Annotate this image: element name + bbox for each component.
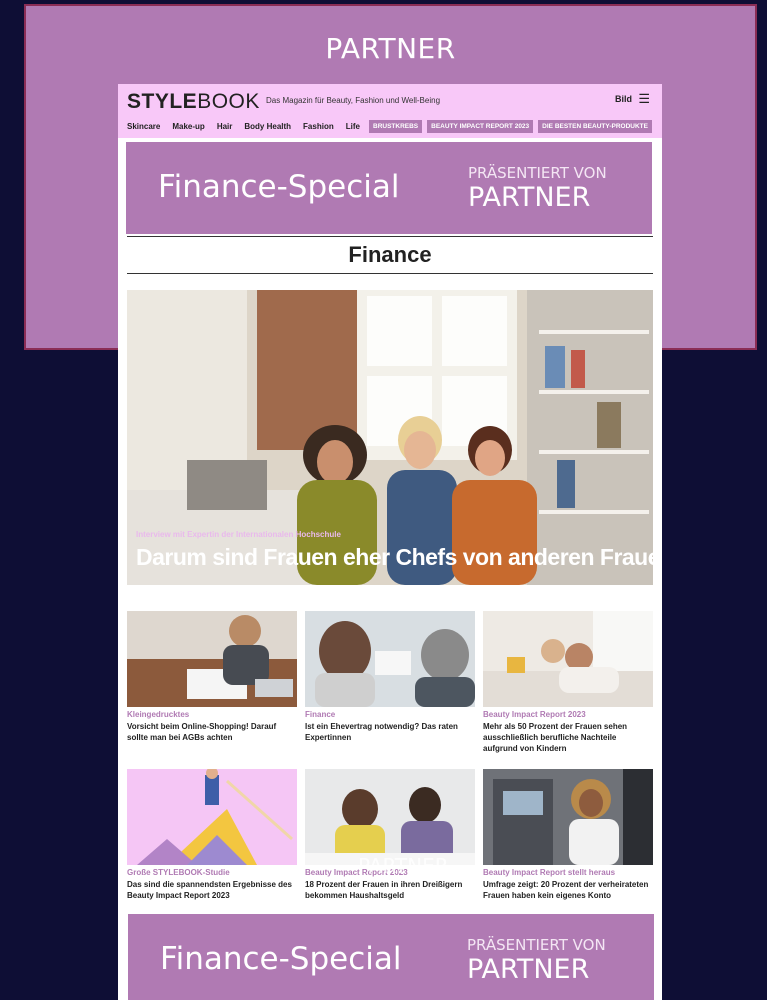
article-card[interactable]: Beauty Impact Report stellt heraus Umfra… [483, 769, 653, 901]
nav-item-life[interactable]: Life [346, 122, 360, 131]
article-image [127, 611, 297, 707]
nav-item-hair[interactable]: Hair [217, 122, 233, 131]
partner-name: PARTNER [467, 954, 590, 985]
article-title[interactable]: Ist ein Ehevertrag notwendig? Das raten … [305, 721, 475, 743]
nav-item-make-up[interactable]: Make-up [172, 122, 204, 131]
section-title: Finance [127, 236, 653, 274]
article-category: Beauty Impact Report 2023 [483, 710, 586, 719]
finance-special-title: Finance-Special [160, 941, 402, 977]
article-card[interactable]: Große STYLEBOOK-Studie Das sind die span… [127, 769, 297, 901]
site-tagline: Das Magazin für Beauty, Fashion und Well… [266, 96, 441, 105]
site-logo[interactable]: STYLEBOOK [127, 90, 260, 114]
site-header: STYLEBOOK Das Magazin für Beauty, Fashio… [118, 84, 662, 138]
hero-article[interactable]: Interview mit Expertin der International… [127, 290, 653, 585]
article-image [483, 611, 653, 707]
article-card[interactable]: Finance Ist ein Ehevertrag notwendig? Da… [305, 611, 475, 743]
hero-headline[interactable]: Darum sind Frauen eher Chefs von anderen… [136, 544, 653, 571]
pill-beauty-impact-report[interactable]: BEAUTY IMPACT REPORT 2023 [427, 120, 534, 133]
article-title[interactable]: Mehr als 50 Prozent der Frauen sehen aus… [483, 721, 653, 754]
finance-special-banner-bottom[interactable]: Finance-Special PRÄSENTIERT VON PARTNER [128, 914, 654, 1000]
finance-special-title: Finance-Special [158, 169, 400, 205]
article-title[interactable]: Das sind die spannendsten Ergebnisse des… [127, 879, 297, 901]
article-card[interactable]: Beauty Impact Report 2023 18 Prozent der… [305, 769, 475, 901]
presented-by-label: PRÄSENTIERT VON [467, 936, 606, 954]
pill-brustkrebs[interactable]: BRUSTKREBS [369, 120, 423, 133]
topic-pills: BRUSTKREBS BEAUTY IMPACT REPORT 2023 DIE… [369, 120, 652, 133]
article-title[interactable]: Umfrage zeigt: 20 Prozent der verheirate… [483, 879, 653, 901]
presented-by-label: PRÄSENTIERT VON [468, 164, 607, 182]
main-nav: Skincare Make-up Hair Body Health Fashio… [127, 122, 360, 131]
partner-banner-label: PARTNER [325, 32, 456, 65]
article-category: Beauty Impact Report stellt heraus [483, 868, 616, 877]
partner-overlay-label: PARTNER [358, 854, 449, 878]
nav-item-skincare[interactable]: Skincare [127, 122, 160, 131]
article-category: Kleingedrucktes [127, 710, 190, 719]
article-image [305, 769, 475, 865]
logo-light: BOOK [197, 90, 260, 113]
hero-category: Interview mit Expertin der International… [136, 530, 341, 539]
hamburger-icon[interactable]: ☰ [638, 91, 650, 107]
logo-bold: STYLE [127, 90, 198, 113]
hero-image [127, 290, 653, 585]
article-title[interactable]: Vorsicht beim Online-Shopping! Darauf so… [127, 721, 297, 743]
article-image [305, 611, 475, 707]
partner-name: PARTNER [468, 182, 591, 213]
pill-beste-produkte[interactable]: DIE BESTEN BEAUTY-PRODUKTE [538, 120, 652, 133]
article-card[interactable]: Beauty Impact Report 2023 Mehr als 50 Pr… [483, 611, 653, 754]
article-title[interactable]: 18 Prozent der Frauen in ihren Dreißiger… [305, 879, 475, 901]
nav-item-body-health[interactable]: Body Health [244, 122, 291, 131]
article-category: Große STYLEBOOK-Studie [127, 868, 230, 877]
article-image [127, 769, 297, 865]
article-image [483, 769, 653, 865]
article-category: Finance [305, 710, 336, 719]
finance-special-banner[interactable]: Finance-Special PRÄSENTIERT VON PARTNER [126, 142, 652, 234]
article-card[interactable]: Kleingedrucktes Vorsicht beim Online-Sho… [127, 611, 297, 743]
nav-item-fashion[interactable]: Fashion [303, 122, 334, 131]
bild-logo-icon[interactable]: Bild [615, 94, 632, 104]
